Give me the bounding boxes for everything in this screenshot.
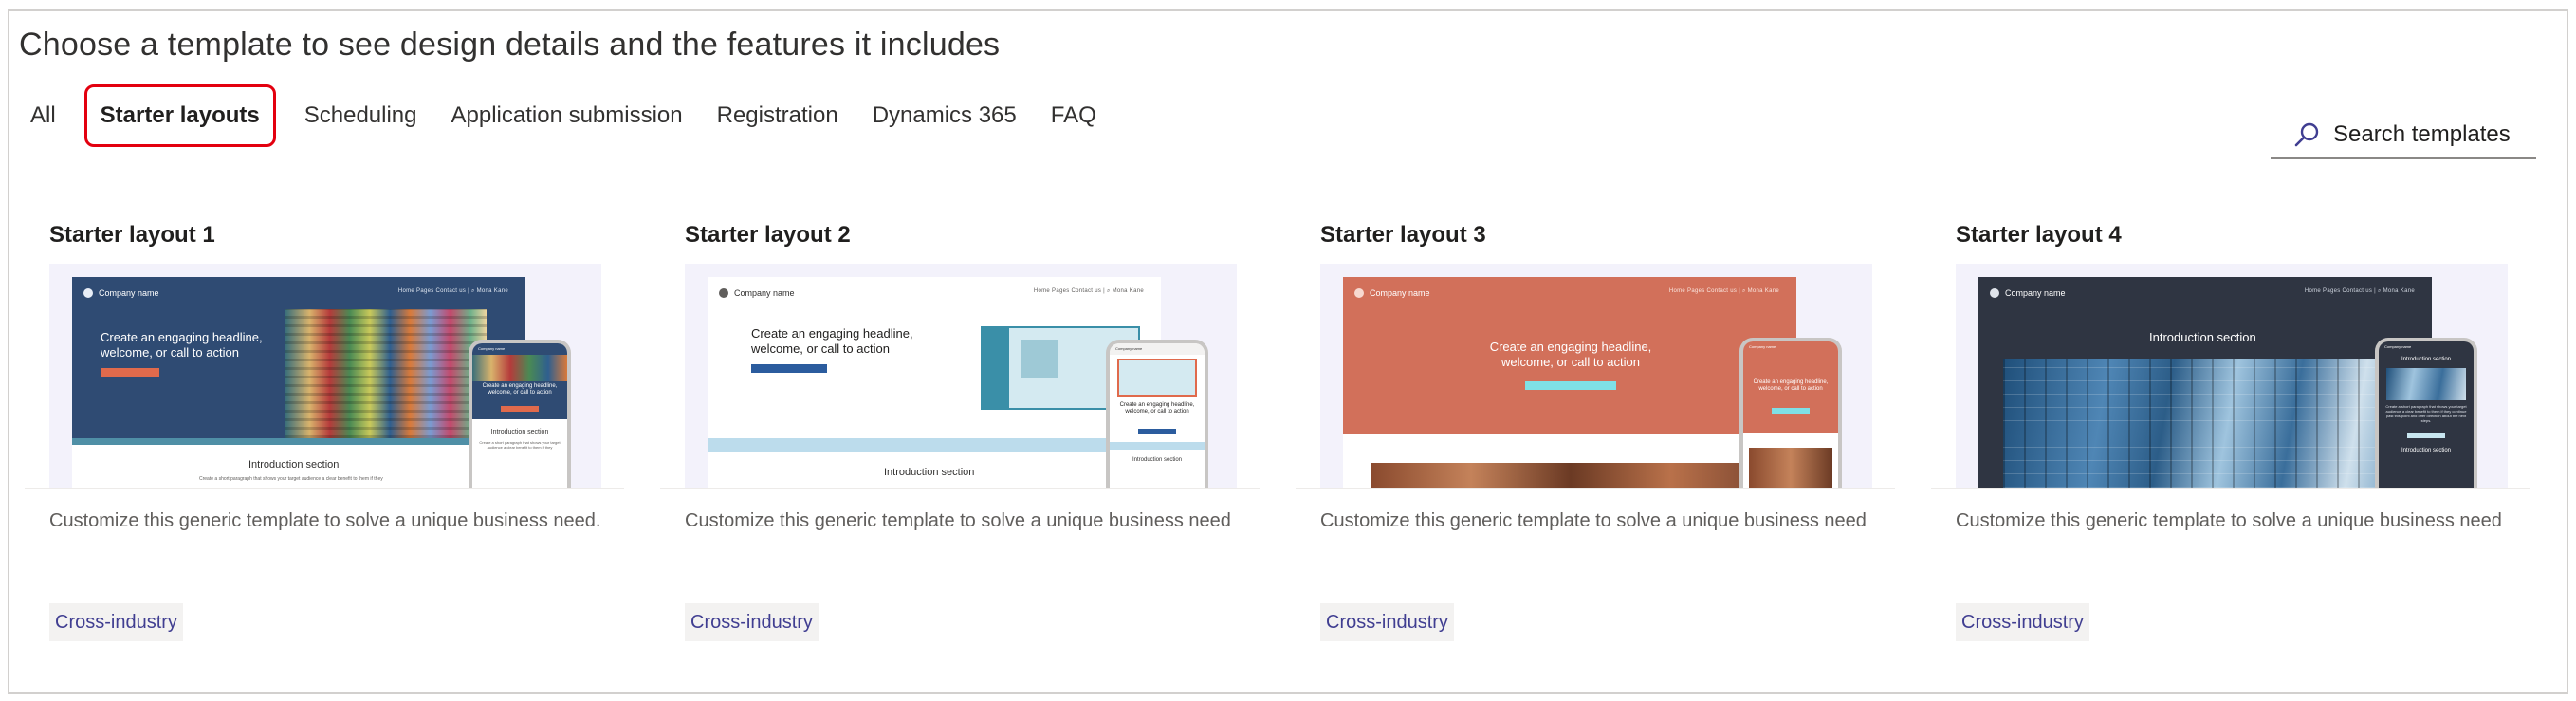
template-card-starter-layout-1[interactable]: Starter layout 1 Company name Home Pages… <box>9 211 624 656</box>
template-card-starter-layout-2[interactable]: Starter layout 2 Company name Home Pages… <box>645 211 1260 656</box>
template-preview-image: Company name Home Pages Contact us | ⌕ M… <box>685 264 1237 488</box>
category-tabs: All Starter layouts Scheduling Applicati… <box>19 84 1113 147</box>
phone-cta <box>1138 429 1176 434</box>
preview-cta <box>751 364 827 373</box>
preview-phone-mockup: Company name Create an engaging headline… <box>1739 338 1842 488</box>
company-logo-icon <box>83 288 93 298</box>
company-logo-icon <box>1990 288 1999 298</box>
card-description: Customize this generic template to solve… <box>49 510 601 531</box>
template-preview-image: Company name Home Pages Contact us | ⌕ M… <box>49 264 601 488</box>
phone-headline: Create an engaging headline, welcome, or… <box>1753 379 1829 392</box>
phone-intro-title: Introduction section <box>490 429 549 435</box>
preview-intro-title: Introduction section <box>2149 330 2256 344</box>
phone-intro-text: Create a short paragraph that shows your… <box>2385 404 2467 423</box>
preview-nav-links: Home Pages Contact us | ⌕ Mona Kane <box>397 288 508 294</box>
page-title: Choose a template to see design details … <box>19 27 1001 63</box>
preview-company-name: Company name <box>99 288 159 298</box>
phone-section-title: Introduction section <box>2401 448 2452 453</box>
preview-cta <box>1525 381 1616 390</box>
search-templates-box[interactable]: Search templates <box>2271 112 2536 159</box>
industry-tag: Cross-industry <box>1320 603 1454 641</box>
phone-headline: Create an engaging headline, welcome, or… <box>1119 402 1195 415</box>
preview-headline: Create an engaging headline, welcome, or… <box>751 326 913 356</box>
template-cards: Starter layout 1 Company name Home Pages… <box>9 211 2570 656</box>
industry-tag: Cross-industry <box>685 603 819 641</box>
preview-nav-links: Home Pages Contact us | ⌕ Mona Kane <box>1033 288 1144 294</box>
preview-company-name: Company name <box>734 288 795 298</box>
industry-tag: Cross-industry <box>49 603 183 641</box>
tab-faq[interactable]: FAQ <box>1034 87 1113 144</box>
tab-dynamics-365[interactable]: Dynamics 365 <box>856 87 1034 144</box>
tab-starter-layouts[interactable]: Starter layouts <box>83 84 276 147</box>
card-title: Starter layout 2 <box>685 222 851 248</box>
preview-nav-links: Home Pages Contact us | ⌕ Mona Kane <box>1668 288 1779 294</box>
template-preview-image: Company name Home Pages Contact us | ⌕ M… <box>1320 264 1872 488</box>
preview-company-name: Company name <box>2005 288 2066 298</box>
search-icon <box>2294 122 2319 147</box>
phone-cta <box>501 406 539 412</box>
preview-phone-mockup: Company name Introduction section Create… <box>2375 338 2477 488</box>
tab-all[interactable]: All <box>19 87 73 144</box>
card-title: Starter layout 3 <box>1320 222 1486 248</box>
preview-headline: Create an engaging headline, welcome, or… <box>101 330 263 360</box>
company-logo-icon <box>719 288 728 298</box>
preview-intro-title: Introduction section <box>248 459 340 470</box>
template-gallery-panel: Choose a template to see design details … <box>8 9 2568 694</box>
tab-scheduling[interactable]: Scheduling <box>287 87 434 144</box>
preview-intro-text: Create a short paragraph that shows your… <box>199 476 383 482</box>
preview-cta <box>101 368 159 377</box>
template-card-starter-layout-4[interactable]: Starter layout 4 Company name Home Pages… <box>1916 211 2530 656</box>
phone-intro-text: Create a short paragraph that shows your… <box>479 440 561 450</box>
phone-company-name: Company name <box>1110 343 1205 355</box>
preview-phone-mockup: Company name Create an engaging headline… <box>1106 340 1208 488</box>
industry-tag: Cross-industry <box>1956 603 2089 641</box>
phone-company-name: Company name <box>2384 344 2412 349</box>
card-title: Starter layout 4 <box>1956 222 2122 248</box>
card-title: Starter layout 1 <box>49 222 215 248</box>
tab-application-submission[interactable]: Application submission <box>434 87 700 144</box>
preview-intro-title: Introduction section <box>884 467 975 478</box>
card-description: Customize this generic template to solve… <box>685 510 1231 531</box>
template-card-starter-layout-3[interactable]: Starter layout 3 Company name Home Pages… <box>1280 211 1895 656</box>
phone-intro-title: Introduction section <box>1132 457 1183 463</box>
phone-company-name: Company name <box>1749 344 1776 349</box>
phone-headline: Create an engaging headline, welcome, or… <box>482 383 558 396</box>
phone-cta <box>2407 433 2445 438</box>
preview-phone-mockup: Company name Create an engaging headline… <box>469 340 571 488</box>
phone-company-name: Company name <box>478 346 506 351</box>
phone-intro-title: Introduction section <box>2401 357 2452 362</box>
company-logo-icon <box>1354 288 1364 298</box>
card-description: Customize this generic template to solve… <box>1320 510 1867 531</box>
phone-cta <box>1772 408 1810 414</box>
tab-registration[interactable]: Registration <box>700 87 856 144</box>
template-preview-image: Company name Home Pages Contact us | ⌕ M… <box>1956 264 2508 488</box>
search-templates-label: Search templates <box>2333 121 2511 147</box>
card-description: Customize this generic template to solve… <box>1956 510 2502 531</box>
preview-nav-links: Home Pages Contact us | ⌕ Mona Kane <box>2304 288 2415 294</box>
preview-headline: Create an engaging headline, welcome, or… <box>1489 340 1652 369</box>
preview-company-name: Company name <box>1370 288 1430 298</box>
preview-hero-photo <box>1371 463 1770 488</box>
